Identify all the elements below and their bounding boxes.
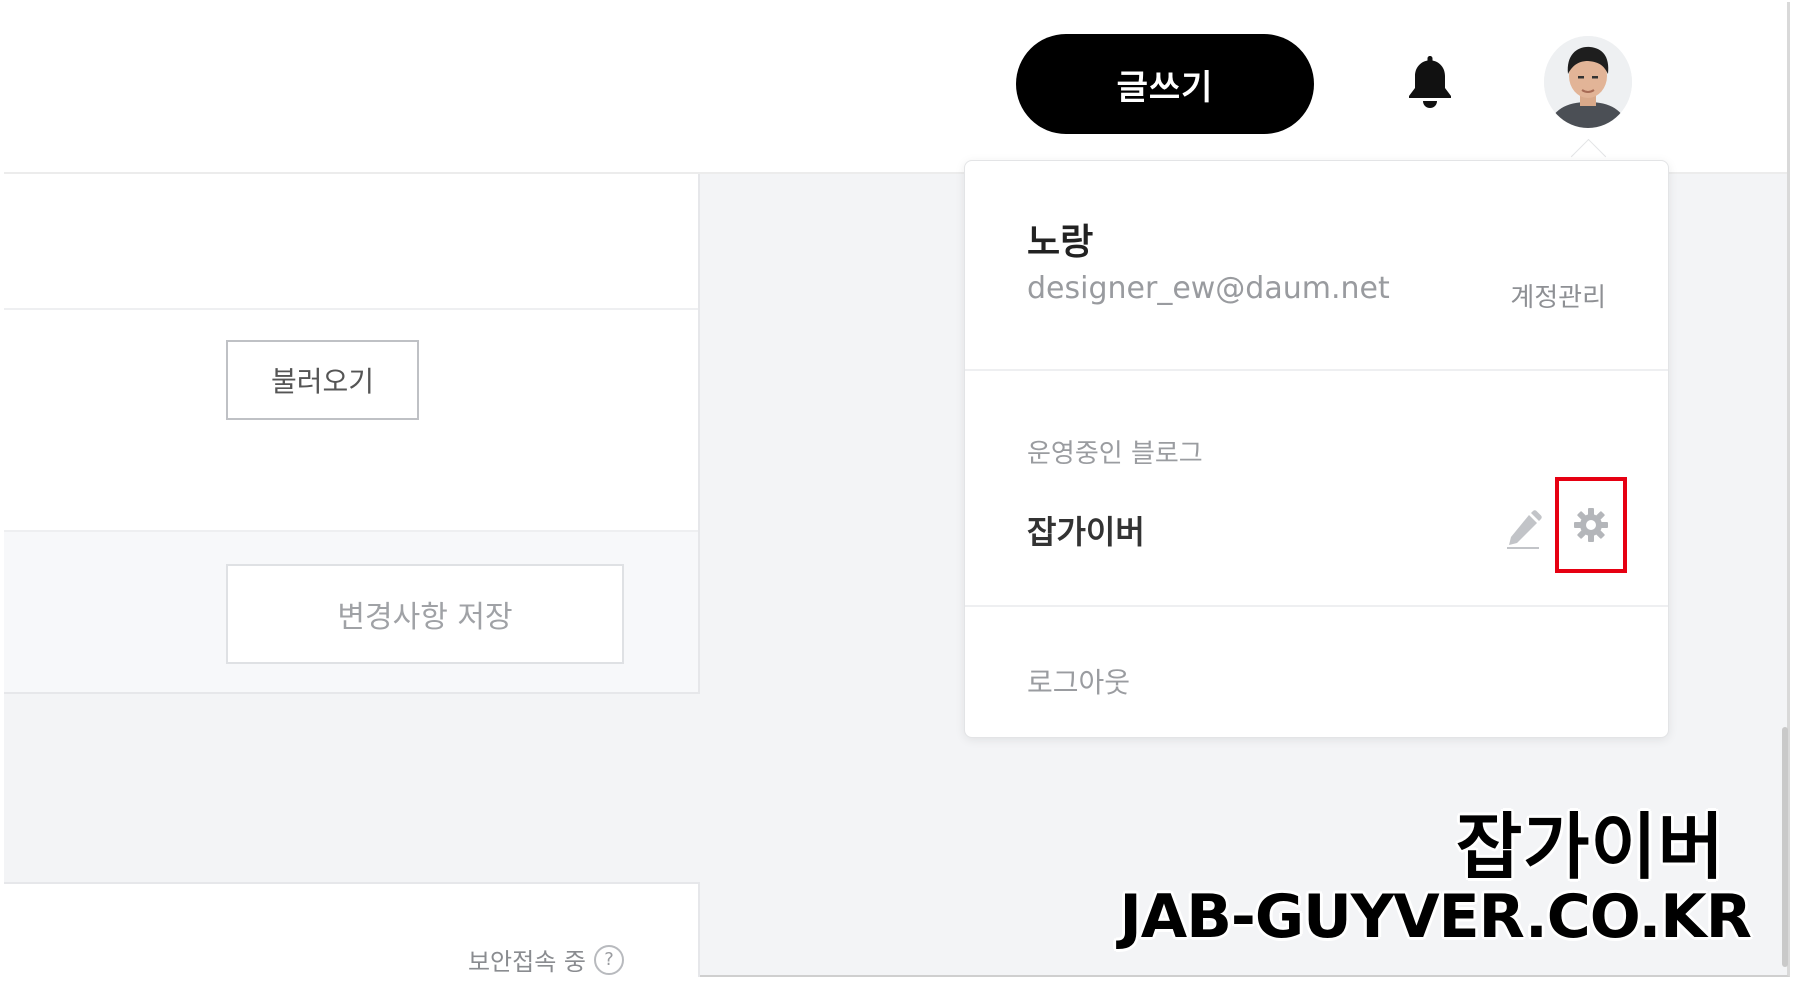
account-email: designer_ew@daum.net — [1027, 271, 1390, 306]
secure-connection-label: 보안접속 중 — [467, 948, 586, 976]
screenshot-stage: 글쓰기 불러오기 변경사항 저장 보안접속 중 ? 노랑 designer_ew… — [0, 0, 1800, 982]
divider — [965, 605, 1668, 607]
gear-icon — [1574, 508, 1608, 542]
save-section: 변경사항 저장 — [4, 530, 698, 692]
watermark-domain: JAB-GUYVER.CO.KR — [1119, 882, 1752, 952]
watermark-korean: 잡가이버 — [1456, 805, 1725, 889]
save-changes-button[interactable]: 변경사항 저장 — [226, 564, 624, 664]
divider — [4, 308, 698, 310]
logout-link[interactable]: 로그아웃 — [1027, 661, 1130, 701]
account-dropdown: 노랑 designer_ew@daum.net 계정관리 운영중인 블로그 잡가… — [964, 160, 1669, 738]
blog-name-link[interactable]: 잡가이버 — [1027, 507, 1145, 553]
scrollbar[interactable] — [1782, 727, 1788, 967]
divider — [965, 369, 1668, 371]
app-frame: 글쓰기 불러오기 변경사항 저장 보안접속 중 ? 노랑 designer_ew… — [4, 2, 1790, 977]
account-name: 노랑 — [1027, 222, 1094, 263]
blogs-heading: 운영중인 블로그 — [1027, 439, 1203, 469]
write-button[interactable]: 글쓰기 — [1016, 34, 1314, 134]
top-bar: 글쓰기 — [4, 2, 1787, 174]
load-button[interactable]: 불러오기 — [226, 340, 419, 420]
bell-icon[interactable] — [1404, 52, 1456, 112]
blog-settings-button[interactable] — [1555, 477, 1627, 573]
footer-panel: 보안접속 중 ? — [4, 882, 700, 977]
settings-panel: 불러오기 변경사항 저장 — [4, 174, 700, 694]
avatar[interactable] — [1544, 36, 1632, 128]
pencil-icon[interactable] — [1503, 509, 1543, 551]
help-icon[interactable]: ? — [594, 944, 624, 975]
secure-connection-status: 보안접속 중 ? — [468, 942, 624, 977]
profile-photo-icon — [1544, 36, 1632, 128]
manage-account-link[interactable]: 계정관리 — [1510, 277, 1606, 314]
